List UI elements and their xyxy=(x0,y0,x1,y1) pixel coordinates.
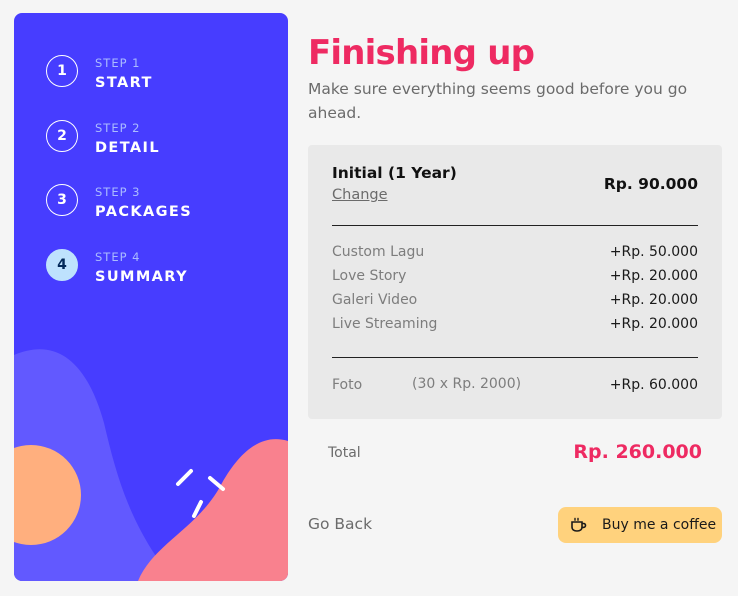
coffee-button-label: Buy me a coffee xyxy=(602,517,717,533)
page-title: Finishing up xyxy=(308,33,535,73)
step-number: 1 xyxy=(46,55,78,87)
addon-row: Galeri Video +Rp. 20.000 xyxy=(332,291,698,309)
divider xyxy=(332,357,698,358)
buy-coffee-button[interactable]: Buy me a coffee xyxy=(558,507,722,543)
addon-price: +Rp. 50.000 xyxy=(609,244,698,260)
addon-row: Custom Lagu +Rp. 50.000 xyxy=(332,243,698,261)
order-summary: Initial (1 Year) Change Rp. 90.000 Custo… xyxy=(308,145,722,419)
total-label: Total xyxy=(328,445,361,461)
sidebar: 1 STEP 1 START 2 STEP 2 DETAIL 3 STEP 3 … xyxy=(14,13,288,581)
addon-name: Love Story xyxy=(332,268,407,284)
foto-price: +Rp. 60.000 xyxy=(609,377,698,393)
step-title: DETAIL xyxy=(95,140,160,156)
addon-price: +Rp. 20.000 xyxy=(609,292,698,308)
step-label: STEP 3 xyxy=(95,185,141,199)
plan-price: Rp. 90.000 xyxy=(603,175,698,193)
addon-row: Love Story +Rp. 20.000 xyxy=(332,267,698,285)
step-label: STEP 4 xyxy=(95,250,141,264)
addon-row: Live Streaming +Rp. 20.000 xyxy=(332,315,698,333)
addon-price: +Rp. 20.000 xyxy=(609,316,698,332)
step-number: 3 xyxy=(46,184,78,216)
step-title: PACKAGES xyxy=(95,204,193,220)
addon-price: +Rp. 20.000 xyxy=(609,268,698,284)
step-3[interactable]: 3 STEP 3 PACKAGES xyxy=(46,184,192,222)
addon-name: Custom Lagu xyxy=(332,244,425,260)
addon-name: Live Streaming xyxy=(332,316,438,332)
divider xyxy=(332,225,698,226)
step-1[interactable]: 1 STEP 1 START xyxy=(46,55,153,93)
coffee-cup-icon xyxy=(571,517,587,532)
step-number-active: 4 xyxy=(46,249,78,281)
page-subtitle: Make sure everything seems good before y… xyxy=(308,80,688,122)
step-label: STEP 1 xyxy=(95,56,141,70)
step-number: 2 xyxy=(46,120,78,152)
step-title: START xyxy=(95,75,153,91)
step-label: STEP 2 xyxy=(95,121,141,135)
step-title: SUMMARY xyxy=(95,269,188,285)
foto-quantity: (30 x Rp. 2000) xyxy=(412,376,522,392)
step-2[interactable]: 2 STEP 2 DETAIL xyxy=(46,120,160,158)
change-plan-link[interactable]: Change xyxy=(332,187,388,203)
sidebar-decoration xyxy=(14,349,288,581)
foto-name: Foto xyxy=(332,377,363,393)
plan-name: Initial (1 Year) xyxy=(332,164,457,182)
addon-name: Galeri Video xyxy=(332,292,418,308)
checkout-page: 1 STEP 1 START 2 STEP 2 DETAIL 3 STEP 3 … xyxy=(0,0,738,596)
go-back-button[interactable]: Go Back xyxy=(308,515,372,533)
total-value: Rp. 260.000 xyxy=(573,441,702,463)
step-4[interactable]: 4 STEP 4 SUMMARY xyxy=(46,249,188,287)
